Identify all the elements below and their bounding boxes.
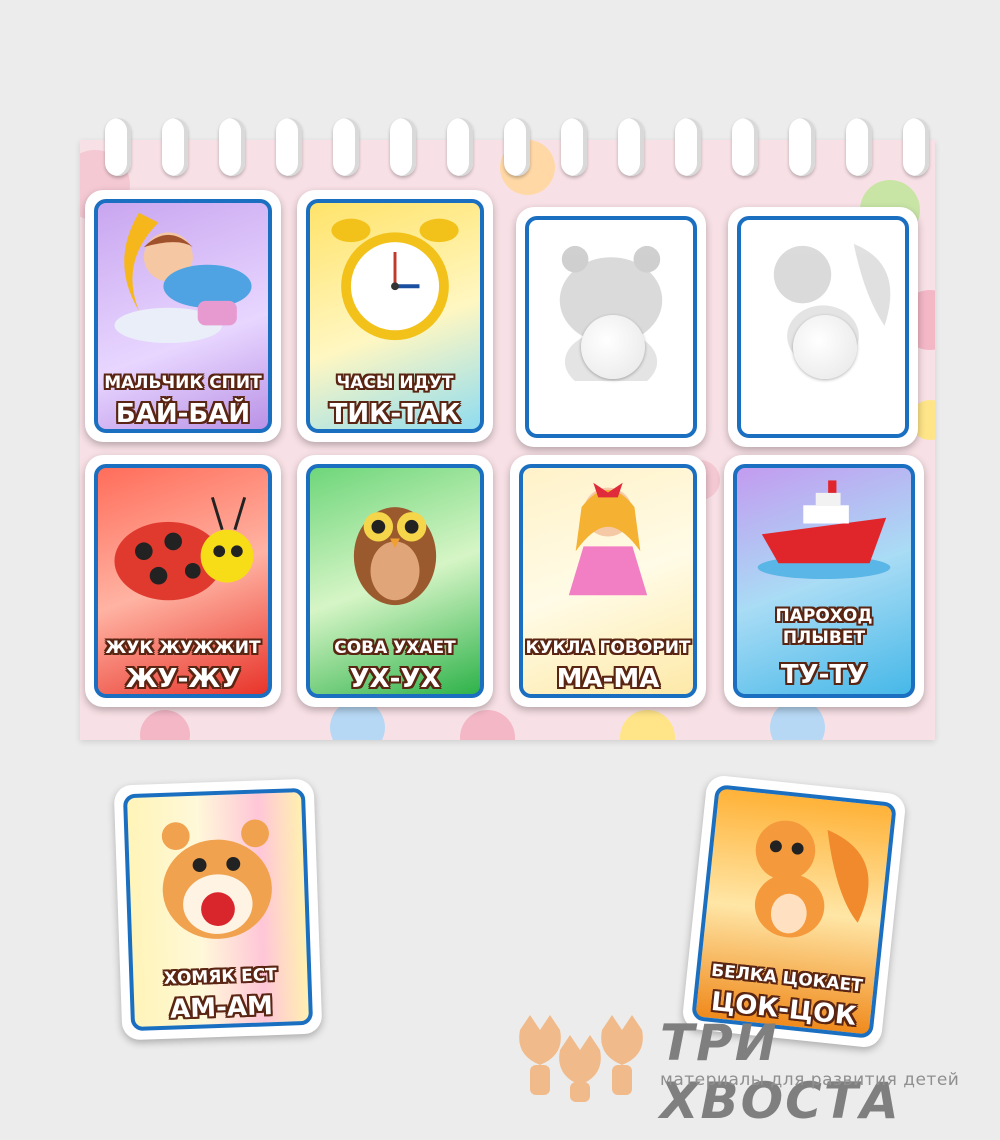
card-caption-line1: ЖУК ЖУЖЖИТ bbox=[105, 638, 261, 658]
card-doll-talks[interactable]: КУКЛА ГОВОРИТ МА-МА bbox=[510, 455, 706, 707]
card-caption-sound: ТУ-ТУ bbox=[780, 660, 868, 690]
card-caption-line1: ЧАСЫ ИДУТ bbox=[336, 373, 454, 393]
owl-illustration bbox=[353, 507, 437, 606]
card-caption-line1: ХОМЯК ЕСТ bbox=[163, 964, 278, 989]
decor-dot bbox=[460, 710, 515, 740]
card-beetle-buzzes[interactable]: ЖУК ЖУЖЖИТ ЖУ-ЖУ bbox=[85, 455, 281, 707]
spiral-binding bbox=[80, 118, 935, 178]
doll-illustration bbox=[568, 482, 648, 596]
card-caption-line1: СОВА УХАЕТ bbox=[334, 638, 456, 658]
loose-card-squirrel[interactable]: БЕЛКА ЦОКАЕТ ЦОК-ЦОК bbox=[681, 774, 907, 1049]
hamster-illustration bbox=[161, 819, 272, 939]
decor-dot bbox=[620, 710, 675, 740]
loose-card-hamster[interactable]: ХОМЯК ЕСТ АМ-АМ bbox=[113, 778, 323, 1041]
card-caption-sound: БАЙ-БАЙ bbox=[115, 399, 251, 429]
velcro-dot bbox=[793, 315, 857, 379]
card-caption-sound: УХ-УХ bbox=[349, 664, 441, 694]
card-caption-sound: ЖУ-ЖУ bbox=[125, 664, 241, 694]
slot-squirrel-empty[interactable] bbox=[728, 207, 918, 447]
decor-dot bbox=[140, 710, 190, 740]
card-ship-sails[interactable]: ПАРОХОД ПЛЫВЕТ ТУ-ТУ bbox=[724, 455, 924, 707]
card-owl-hoots[interactable]: СОВА УХАЕТ УХ-УХ bbox=[297, 455, 493, 707]
card-caption-sound: АМ-АМ bbox=[169, 991, 274, 1025]
fox-logo-icon bbox=[519, 1015, 643, 1102]
card-caption-line1: КУКЛА ГОВОРИТ bbox=[525, 638, 691, 658]
card-caption-line1: ПАРОХОД bbox=[775, 606, 873, 626]
sleeping-boy-illustration bbox=[114, 212, 252, 344]
card-boy-sleeps[interactable]: МАЛЬЧИК СПИТ БАЙ-БАЙ bbox=[85, 190, 281, 442]
ladybug-illustration bbox=[114, 496, 254, 601]
card-caption-sound: МА-МА bbox=[556, 664, 660, 694]
alarm-clock-illustration bbox=[331, 218, 459, 341]
brand-watermark: ТРИ ХВОСТА материалы для развития детей bbox=[510, 1010, 980, 1130]
slot-hamster-empty[interactable] bbox=[516, 207, 706, 447]
brand-tagline: материалы для развития детей bbox=[660, 1070, 960, 1090]
card-clock-ticks[interactable]: ЧАСЫ ИДУТ ТИК-ТАК bbox=[297, 190, 493, 442]
card-caption-sound: ТИК-ТАК bbox=[329, 399, 461, 429]
card-caption-line1b: ПЛЫВЕТ bbox=[782, 628, 866, 648]
velcro-dot bbox=[581, 315, 645, 379]
card-caption-line1: МАЛЬЧИК СПИТ bbox=[104, 373, 262, 393]
steamboat-illustration bbox=[757, 480, 891, 580]
squirrel-illustration bbox=[754, 820, 869, 938]
